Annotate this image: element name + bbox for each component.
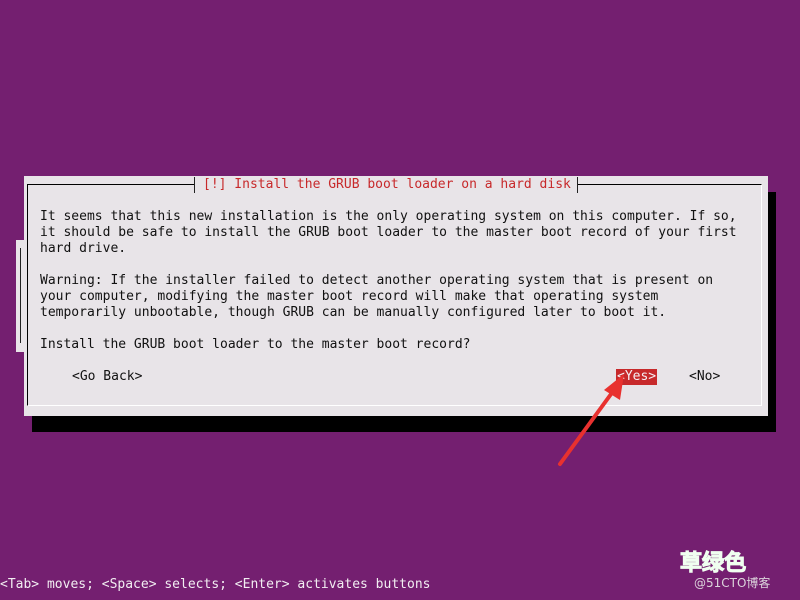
- dialog-question: Install the GRUB boot loader to the mast…: [40, 337, 471, 352]
- background-dialog-border: [20, 248, 21, 343]
- go-back-button[interactable]: <Go Back>: [72, 369, 142, 385]
- dialog-message-warning: Warning: If the installer failed to dete…: [40, 273, 714, 320]
- no-button[interactable]: <No>: [689, 369, 720, 385]
- watermark-site-text: @51CTO博客: [694, 576, 771, 590]
- watermark-logo-text: 草绿色: [679, 551, 747, 577]
- dialog-title: [!] Install the GRUB boot loader on a ha…: [194, 177, 578, 193]
- annotation-arrow-icon: [558, 374, 624, 466]
- watermark: 草绿色 @51CTO博客: [679, 551, 798, 597]
- dialog-message-intro: It seems that this new installation is t…: [40, 209, 737, 256]
- keyboard-hints: <Tab> moves; <Space> selects; <Enter> ac…: [0, 577, 431, 592]
